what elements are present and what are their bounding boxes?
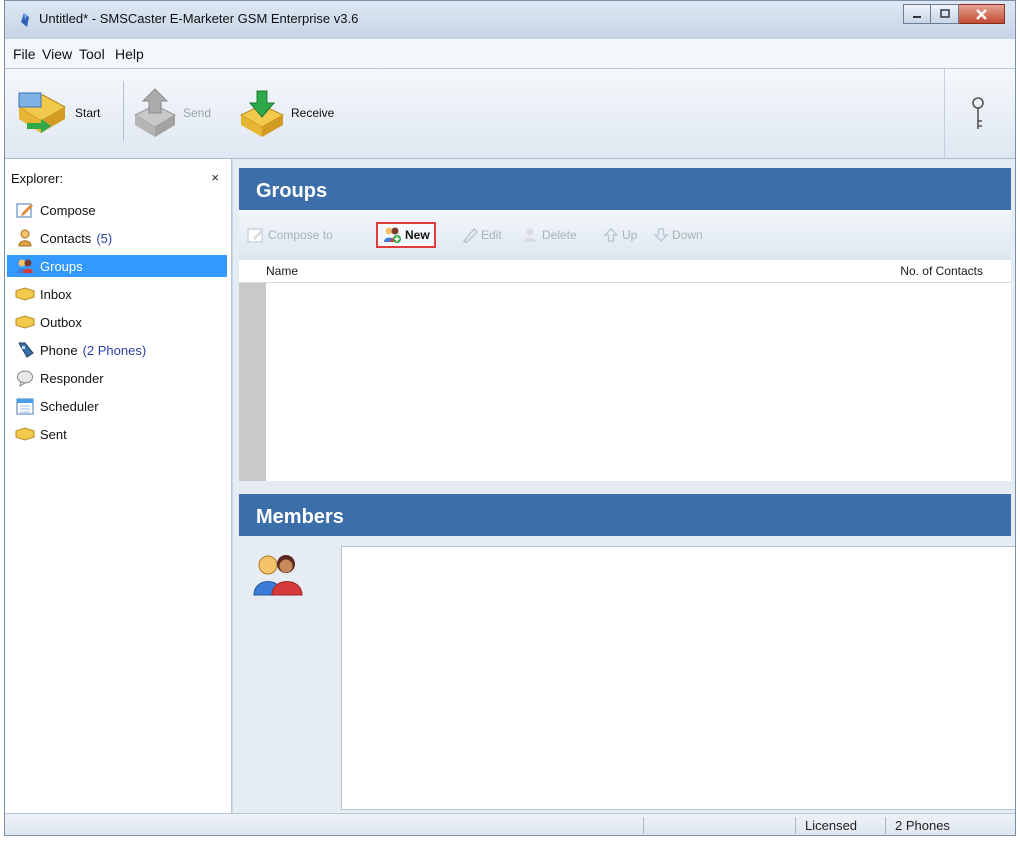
groups-icon xyxy=(15,257,35,275)
groups-title: Groups xyxy=(239,168,1011,210)
close-button[interactable] xyxy=(959,4,1005,24)
window-controls xyxy=(903,4,1005,26)
members-list[interactable] xyxy=(341,546,1015,810)
members-title: Members xyxy=(239,494,1011,536)
main-toolbar: Start Send Receive xyxy=(5,69,1015,159)
receive-icon xyxy=(239,90,285,137)
maximize-button[interactable] xyxy=(931,4,959,24)
minimize-button[interactable] xyxy=(903,4,931,24)
groups-toolbar: Compose to New Edit Delete Up Down xyxy=(239,210,1011,260)
responder-icon xyxy=(15,369,35,387)
receive-label: Receive xyxy=(291,106,335,120)
status-separator xyxy=(643,817,644,834)
menu-view[interactable]: View xyxy=(42,46,72,62)
compose-to-button[interactable]: Compose to xyxy=(247,222,333,248)
status-bar: Licensed 2 Phones xyxy=(5,813,1015,835)
groups-table-body[interactable] xyxy=(239,283,1011,481)
compose-to-label: Compose to xyxy=(268,228,333,242)
explorer-item-inbox[interactable]: Inbox xyxy=(7,283,227,305)
inbox-icon xyxy=(15,285,35,303)
send-icon xyxy=(133,88,177,137)
explorer-item-count: (2 Phones) xyxy=(82,342,147,358)
status-separator xyxy=(795,817,796,834)
app-icon xyxy=(21,13,29,27)
window-title: Untitled* - SMSCaster E-Marketer GSM Ent… xyxy=(39,11,359,26)
phone-icon xyxy=(15,341,35,359)
column-name[interactable]: Name xyxy=(266,264,298,278)
row-selector-gutter xyxy=(239,283,266,481)
minimize-icon xyxy=(913,16,921,18)
menu-help[interactable]: Help xyxy=(115,46,144,62)
main-area: Groups Compose to New Edit Delete Up Dow… xyxy=(233,159,1015,813)
arrow-up-icon xyxy=(603,227,619,243)
explorer-item-contacts[interactable]: Contacts (5) xyxy=(7,227,227,249)
explorer-item-label: Outbox xyxy=(40,314,82,330)
explorer-item-responder[interactable]: Responder xyxy=(7,367,227,389)
new-group-label: New xyxy=(405,228,430,242)
toolbar-separator-right xyxy=(944,69,945,158)
explorer-header: Explorer: xyxy=(11,171,64,186)
explorer-item-label: Sent xyxy=(40,426,67,442)
explorer-panel: Explorer: × Compose Contacts (5) Groups xyxy=(5,159,232,813)
explorer-item-label: Responder xyxy=(40,370,104,386)
outbox-icon xyxy=(15,313,35,331)
explorer-item-compose[interactable]: Compose xyxy=(7,199,227,221)
new-group-button[interactable]: New xyxy=(376,222,436,248)
explorer-item-label: Inbox xyxy=(40,286,72,302)
delete-icon xyxy=(521,227,539,243)
toolbar-separator xyxy=(123,81,124,141)
explorer-close-button[interactable]: × xyxy=(211,170,219,185)
explorer-item-scheduler[interactable]: Scheduler xyxy=(7,395,227,417)
start-label: Start xyxy=(75,106,101,120)
contacts-icon xyxy=(15,229,35,247)
explorer-item-phone[interactable]: Phone (2 Phones) xyxy=(7,339,227,361)
delete-button[interactable]: Delete xyxy=(521,222,577,248)
send-button[interactable]: Send xyxy=(131,75,211,151)
explorer-item-label: Groups xyxy=(40,258,83,274)
explorer-item-groups[interactable]: Groups xyxy=(7,255,227,277)
send-label: Send xyxy=(183,106,212,120)
move-down-label: Down xyxy=(672,228,703,242)
move-down-button[interactable]: Down xyxy=(653,222,703,248)
explorer-item-label: Phone xyxy=(40,342,78,358)
start-icon xyxy=(17,92,67,133)
move-up-button[interactable]: Up xyxy=(603,222,637,248)
explorer-item-label: Scheduler xyxy=(40,398,99,414)
status-separator xyxy=(885,817,886,834)
new-group-icon xyxy=(382,226,402,244)
menu-bar: File View Tool Help xyxy=(5,39,1015,69)
license-status: Licensed xyxy=(805,818,858,833)
maximize-icon xyxy=(939,9,950,18)
explorer-item-label: Contacts xyxy=(40,230,92,246)
arrow-down-icon xyxy=(653,227,669,243)
app-window: Untitled* - SMSCaster E-Marketer GSM Ent… xyxy=(4,0,1016,836)
scheduler-icon xyxy=(15,397,35,415)
edit-icon xyxy=(462,227,478,243)
receive-button[interactable]: Receive xyxy=(237,75,334,151)
sent-icon xyxy=(15,425,35,443)
edit-button[interactable]: Edit xyxy=(462,222,502,248)
members-icon xyxy=(253,555,303,596)
groups-table-header: Name No. of Contacts xyxy=(239,260,1011,283)
title-bar: Untitled* - SMSCaster E-Marketer GSM Ent… xyxy=(5,1,1015,39)
column-contacts-count[interactable]: No. of Contacts xyxy=(900,264,983,278)
explorer-item-outbox[interactable]: Outbox xyxy=(7,311,227,333)
explorer-item-count: (5) xyxy=(96,230,113,246)
explorer-item-label: Compose xyxy=(40,202,96,218)
explorer-item-sent[interactable]: Sent xyxy=(7,423,227,445)
start-button[interactable]: Start xyxy=(13,75,100,151)
edit-label: Edit xyxy=(481,228,502,242)
menu-file[interactable]: File xyxy=(13,46,36,62)
delete-label: Delete xyxy=(542,228,577,242)
compose-to-icon xyxy=(247,227,265,243)
move-up-label: Up xyxy=(622,228,638,242)
key-icon[interactable] xyxy=(971,97,985,131)
menu-tool[interactable]: Tool xyxy=(79,46,105,62)
close-icon xyxy=(976,8,987,20)
phones-status: 2 Phones xyxy=(895,818,950,833)
compose-icon xyxy=(15,201,35,219)
